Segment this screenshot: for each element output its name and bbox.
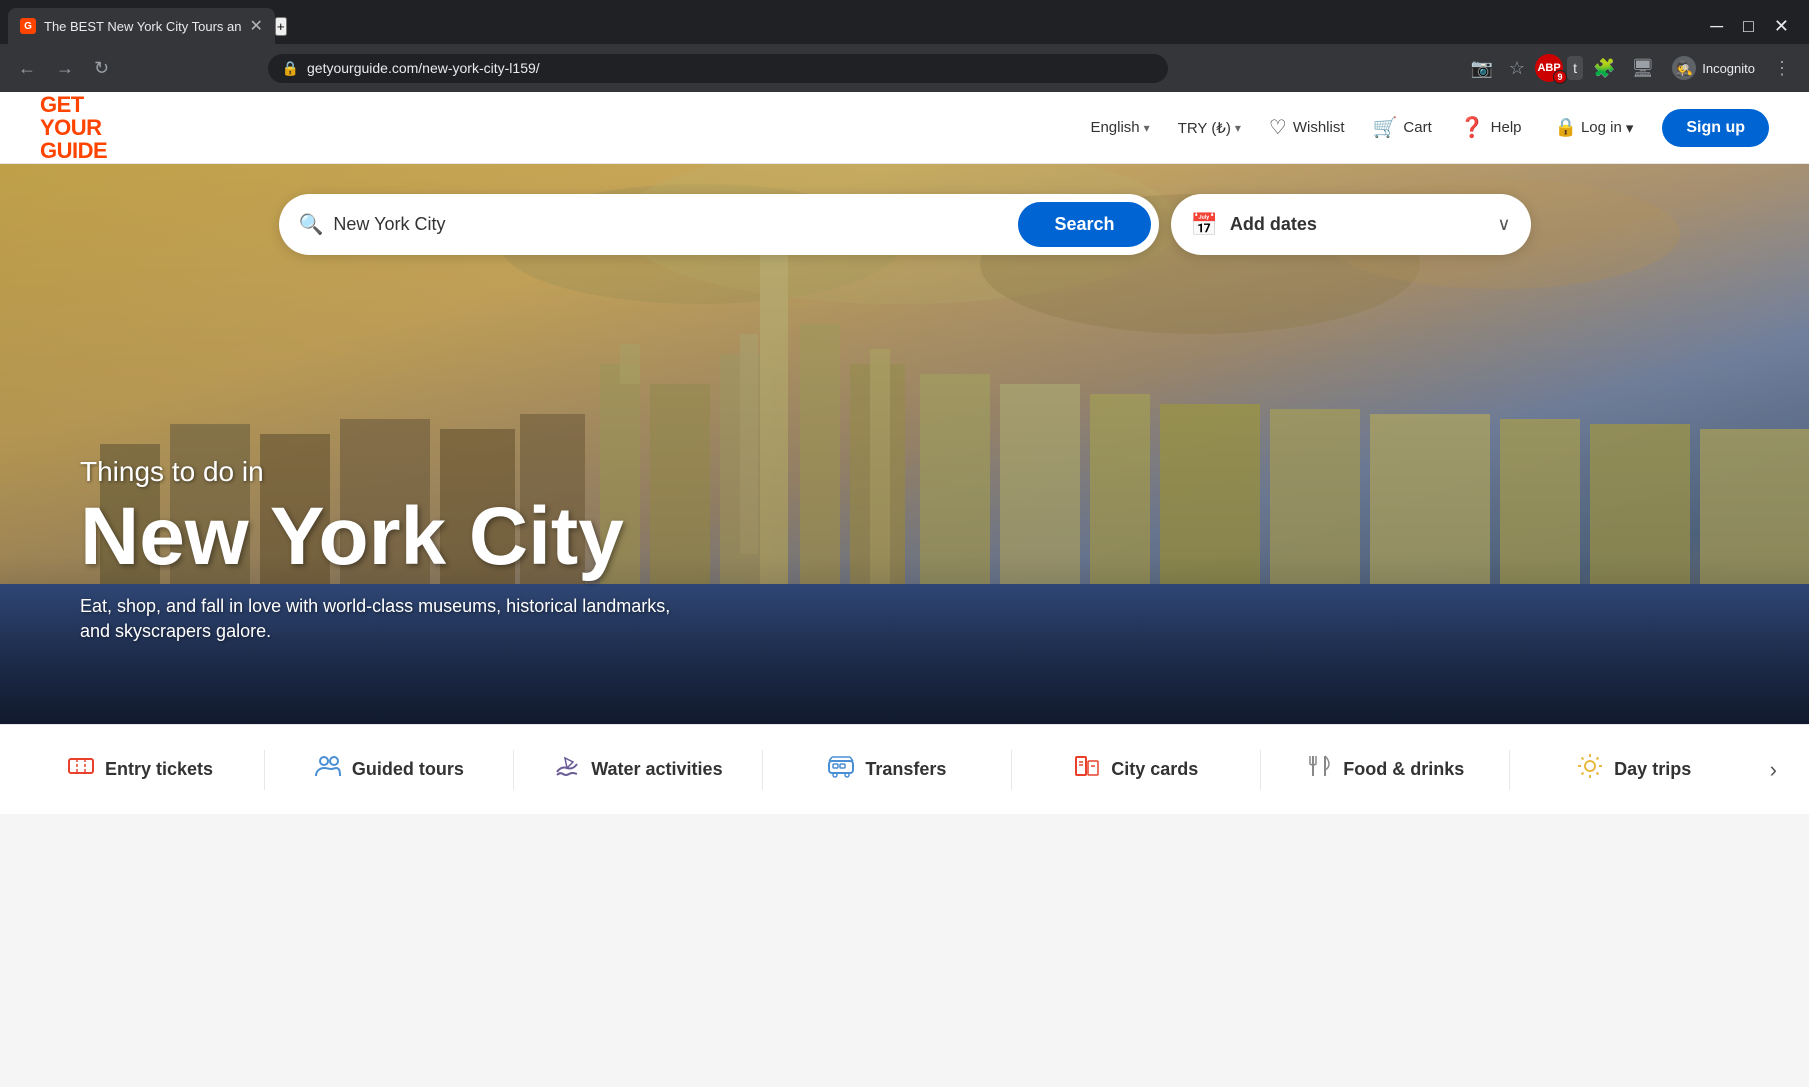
transfers-icon — [827, 752, 855, 787]
language-label: English — [1090, 119, 1139, 136]
language-selector[interactable]: English ▾ — [1078, 111, 1161, 144]
search-icon: 🔍 — [299, 212, 324, 237]
category-water-activities[interactable]: Water activities — [518, 739, 758, 800]
currency-chevron-icon: ▾ — [1235, 121, 1241, 135]
logo-guide: GUIDE — [40, 139, 107, 162]
close-window-button[interactable]: ✕ — [1766, 12, 1797, 41]
login-chevron-icon: ▾ — [1626, 119, 1634, 137]
cart-button[interactable]: 🛒 Cart — [1361, 107, 1444, 148]
food-drinks-label: Food & drinks — [1343, 759, 1464, 780]
address-bar[interactable]: 🔒 getyourguide.com/new-york-city-l159/ — [268, 54, 1168, 83]
tab-title: The BEST New York City Tours an — [44, 19, 242, 34]
currency-label: TRY (₺) — [1178, 119, 1231, 137]
close-tab-icon[interactable]: ✕ — [250, 16, 263, 36]
category-divider-2 — [513, 750, 514, 790]
entry-tickets-label: Entry tickets — [105, 759, 213, 780]
hero-description: Eat, shop, and fall in love with world-c… — [80, 594, 700, 644]
adblock-button[interactable]: ABP 9 — [1535, 54, 1563, 82]
security-icon: 🔒 — [282, 60, 299, 77]
hero-subtitle: Things to do in — [80, 456, 700, 488]
logo-your: YOUR — [40, 116, 107, 139]
date-chevron-icon: ∨ — [1497, 214, 1510, 235]
maximize-button[interactable]: □ — [1735, 12, 1762, 41]
currency-selector[interactable]: TRY (₺) ▾ — [1166, 111, 1253, 145]
category-food-drinks[interactable]: Food & drinks — [1265, 739, 1505, 800]
water-activities-label: Water activities — [591, 759, 722, 780]
website: GET YOUR GUIDE English ▾ TRY (₺) ▾ ♡ Wis… — [0, 92, 1809, 814]
category-bar: Entry tickets Guided tours — [0, 724, 1809, 814]
help-icon: ❓ — [1460, 115, 1485, 140]
login-button[interactable]: 🔒 Log in ▾ — [1538, 108, 1651, 147]
incognito-icon: 🕵 — [1672, 56, 1696, 80]
category-day-trips[interactable]: Day trips — [1514, 739, 1754, 800]
window-controls: ─ □ ✕ — [1702, 12, 1809, 41]
refresh-button[interactable]: ↻ — [88, 54, 115, 83]
hero-text: Things to do in New York City Eat, shop,… — [80, 456, 700, 644]
cart-icon: 🛒 — [1373, 115, 1398, 140]
language-chevron-icon: ▾ — [1144, 121, 1150, 135]
category-divider-3 — [762, 750, 763, 790]
categories-next-button[interactable]: › — [1758, 749, 1789, 791]
forward-button[interactable]: → — [50, 54, 80, 83]
help-button[interactable]: ❓ Help — [1448, 107, 1534, 148]
category-divider-4 — [1011, 750, 1012, 790]
login-icon: 🔒 — [1555, 117, 1577, 138]
cast-icon[interactable]: 🖥 — [1625, 52, 1660, 85]
url-text: getyourguide.com/new-york-city-l159/ — [307, 60, 1154, 76]
help-label: Help — [1491, 119, 1522, 136]
incognito-label: Incognito — [1702, 61, 1755, 76]
category-divider-6 — [1509, 750, 1510, 790]
calendar-icon: 📅 — [1191, 212, 1218, 238]
search-button[interactable]: Search — [1018, 202, 1150, 247]
puzzle-icon[interactable]: 🧩 — [1587, 52, 1621, 85]
category-guided-tours[interactable]: Guided tours — [269, 739, 509, 800]
category-divider-1 — [264, 750, 265, 790]
day-trips-icon — [1576, 752, 1604, 787]
extension-icon[interactable]: t — [1567, 56, 1583, 80]
search-box: 🔍 Search — [279, 194, 1159, 255]
city-cards-icon — [1073, 752, 1101, 787]
browser-chrome: G The BEST New York City Tours an ✕ + ─ … — [0, 0, 1809, 92]
active-tab[interactable]: G The BEST New York City Tours an ✕ — [8, 8, 275, 44]
toolbar-icons: 📷 ☆ ABP 9 t 🧩 🖥 🕵 Incognito ⋮ — [1465, 52, 1798, 85]
minimize-button[interactable]: ─ — [1702, 12, 1731, 41]
category-transfers[interactable]: Transfers — [767, 739, 1007, 800]
wishlist-label: Wishlist — [1293, 119, 1345, 136]
transfers-label: Transfers — [865, 759, 946, 780]
main-nav: English ▾ TRY (₺) ▾ ♡ Wishlist 🛒 Cart ❓ … — [1078, 107, 1769, 148]
back-button[interactable]: ← — [12, 54, 42, 83]
new-tab-button[interactable]: + — [275, 17, 287, 36]
address-bar-row: ← → ↻ 🔒 getyourguide.com/new-york-city-l… — [0, 44, 1809, 92]
tab-bar: G The BEST New York City Tours an ✕ + ─ … — [0, 0, 1809, 44]
date-picker[interactable]: 📅 Add dates ∨ — [1171, 194, 1531, 255]
category-divider-5 — [1260, 750, 1261, 790]
guided-tours-label: Guided tours — [352, 759, 464, 780]
wishlist-button[interactable]: ♡ Wishlist — [1257, 107, 1357, 148]
bookmark-icon[interactable]: ☆ — [1503, 52, 1531, 85]
hero-section: 🔍 Search 📅 Add dates ∨ Things to do in N… — [0, 164, 1809, 724]
water-activities-icon — [553, 752, 581, 787]
hero-title: New York City — [80, 496, 700, 578]
search-input[interactable] — [333, 214, 1018, 235]
logo-get: GET — [40, 93, 107, 116]
signup-button[interactable]: Sign up — [1662, 109, 1769, 147]
heart-icon: ♡ — [1269, 115, 1287, 140]
camera-icon[interactable]: 📷 — [1465, 52, 1499, 85]
guided-tours-icon — [314, 752, 342, 787]
date-text: Add dates — [1230, 214, 1485, 235]
search-bar-wrapper: 🔍 Search 📅 Add dates ∨ — [0, 194, 1809, 255]
incognito-button[interactable]: 🕵 Incognito — [1664, 52, 1763, 84]
category-city-cards[interactable]: City cards — [1016, 739, 1256, 800]
day-trips-label: Day trips — [1614, 759, 1691, 780]
tab-favicon: G — [20, 18, 36, 34]
city-cards-label: City cards — [1111, 759, 1198, 780]
cart-label: Cart — [1403, 119, 1431, 136]
site-header: GET YOUR GUIDE English ▾ TRY (₺) ▾ ♡ Wis… — [0, 92, 1809, 164]
login-label: Log in — [1581, 119, 1622, 136]
food-drinks-icon — [1305, 752, 1333, 787]
menu-icon[interactable]: ⋮ — [1767, 52, 1797, 85]
site-logo[interactable]: GET YOUR GUIDE — [40, 93, 107, 162]
entry-tickets-icon — [67, 752, 95, 787]
category-entry-tickets[interactable]: Entry tickets — [20, 739, 260, 800]
